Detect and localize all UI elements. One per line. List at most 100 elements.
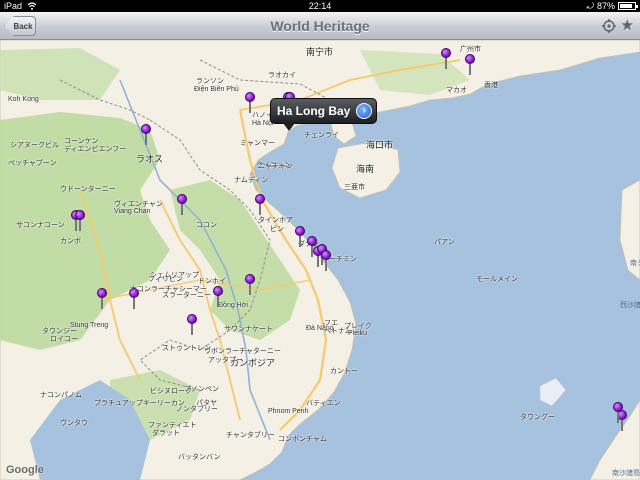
map-pin-icon[interactable] xyxy=(612,402,624,424)
map-label: バッタンバン xyxy=(178,454,221,461)
pin-head xyxy=(187,314,197,324)
pin-needle xyxy=(191,323,193,335)
map-view[interactable]: 南宁市 ラオス 海口市 海南 三亜市 マカオ 香港 广州市 ハノイ Hà Nội ヴィエンチャン Vi… xyxy=(0,40,640,480)
map-label: チェンライ xyxy=(304,132,339,139)
map-pin-icon[interactable] xyxy=(244,92,256,114)
battery-status: ⤾ 87% xyxy=(586,0,638,12)
map-label: ダラット xyxy=(152,430,180,437)
map-label: 南沙諸島 xyxy=(612,470,640,477)
pin-needle xyxy=(79,219,81,231)
map-pin-icon[interactable] xyxy=(254,194,266,216)
map-pin-icon[interactable] xyxy=(244,274,256,296)
map-label: 香港 xyxy=(484,82,498,89)
map-pin-icon[interactable] xyxy=(212,286,224,308)
map-label: チャンタブリー xyxy=(226,432,275,439)
pin-needle xyxy=(249,283,251,295)
pin-needle xyxy=(325,259,327,271)
pin-head xyxy=(295,226,305,236)
pin-needle xyxy=(445,57,447,69)
pin-head xyxy=(97,288,107,298)
pin-head xyxy=(245,274,255,284)
map-label: タウングー xyxy=(520,414,555,421)
map-label: サワンナケート xyxy=(224,326,273,333)
google-logo: Google xyxy=(6,464,44,476)
status-bar: iPad 22:14 ⤾ 87% xyxy=(0,0,640,12)
map-label: ウドーンターニー xyxy=(60,186,116,193)
pin-needle xyxy=(181,203,183,215)
map-label: 海口市 xyxy=(366,140,394,150)
map-label: Điện Biên Phủ xyxy=(194,86,239,93)
map-label: パアン xyxy=(434,239,455,246)
map-label: ヴンタウ xyxy=(60,420,88,427)
map-label: ナムディン xyxy=(234,177,269,184)
battery-percent: 87% xyxy=(596,1,615,11)
pin-needle xyxy=(249,101,251,113)
map-label: ビン xyxy=(270,226,284,233)
pin-head xyxy=(213,286,223,296)
map-pin-icon[interactable] xyxy=(74,210,86,232)
pin-needle xyxy=(145,133,147,145)
pin-head xyxy=(141,124,151,134)
navigation-bar: Back World Heritage ★ xyxy=(0,12,640,40)
map-label: Pleiku xyxy=(348,330,368,337)
status-time: 22:14 xyxy=(308,1,332,11)
map-pin-icon[interactable] xyxy=(440,48,452,70)
map-label: 三亜市 xyxy=(344,184,365,191)
map-label: ナコンパノム xyxy=(40,392,82,399)
map-label: ココン xyxy=(196,222,217,229)
pin-head xyxy=(321,250,331,260)
pin-head xyxy=(613,402,623,412)
map-label: フィリピン xyxy=(148,276,183,283)
map-label: カントー xyxy=(330,368,358,375)
map-label: ミャンマー xyxy=(240,140,275,147)
map-label: プラチュアップキーリーカン xyxy=(94,400,185,407)
map-pin-icon[interactable] xyxy=(140,124,152,146)
star-icon[interactable]: ★ xyxy=(621,17,634,35)
map-label: マカオ xyxy=(446,87,467,94)
pin-head xyxy=(255,194,265,204)
pin-callout[interactable]: Ha Long Bay › xyxy=(270,98,378,131)
pin-needle xyxy=(259,203,261,215)
map-label: 南宁市 xyxy=(306,47,334,57)
pin-head xyxy=(245,92,255,102)
crosshair-icon[interactable] xyxy=(602,19,616,33)
map-label: シアヌークビル xyxy=(10,142,59,149)
map-label: パタヤ xyxy=(196,400,217,407)
reef-area xyxy=(539,377,567,407)
battery-icon xyxy=(618,2,638,10)
map-label: Koh Kong xyxy=(8,96,39,103)
map-label: アッタプー xyxy=(208,357,243,364)
map-pin-icon[interactable] xyxy=(96,288,108,310)
map-label: 南シナ海 xyxy=(630,260,640,267)
map-pin-icon[interactable] xyxy=(128,288,140,310)
pin-head xyxy=(177,194,187,204)
map-label: ラオス xyxy=(136,154,164,164)
map-pin-icon[interactable] xyxy=(320,250,332,272)
map-pin-icon[interactable] xyxy=(186,314,198,336)
map-label: カンボ xyxy=(60,238,81,245)
map-label: バティエン xyxy=(306,400,341,407)
map-label: 西沙諸島 xyxy=(620,302,640,309)
pin-head xyxy=(465,54,475,64)
map-label: スラーターニー xyxy=(162,292,211,299)
map-label: ロイコー xyxy=(50,336,78,343)
map-label: サコンナコーン xyxy=(16,222,65,229)
map-pin-icon[interactable] xyxy=(176,194,188,216)
map-label: Viang Chan xyxy=(114,208,151,215)
map-label: Phnom Penh xyxy=(268,408,309,415)
map-label: ラオカイ xyxy=(268,72,296,79)
map-label: ニャチャン xyxy=(258,163,293,170)
pin-needle xyxy=(299,235,301,247)
map-label: ビシヌローク xyxy=(150,388,192,395)
map-label: モールメイン xyxy=(476,276,518,283)
pin-head xyxy=(75,210,85,220)
map-pin-icon[interactable] xyxy=(464,54,476,76)
pin-needle xyxy=(469,63,471,75)
callout-title: Ha Long Bay xyxy=(277,104,351,118)
map-label: ディエンビエンフー xyxy=(64,146,127,153)
pin-head xyxy=(129,288,139,298)
disclosure-arrow-icon[interactable]: › xyxy=(356,103,373,119)
page-title: World Heritage xyxy=(270,18,370,34)
pin-needle xyxy=(133,297,135,309)
map-pin-icon[interactable] xyxy=(294,226,306,248)
